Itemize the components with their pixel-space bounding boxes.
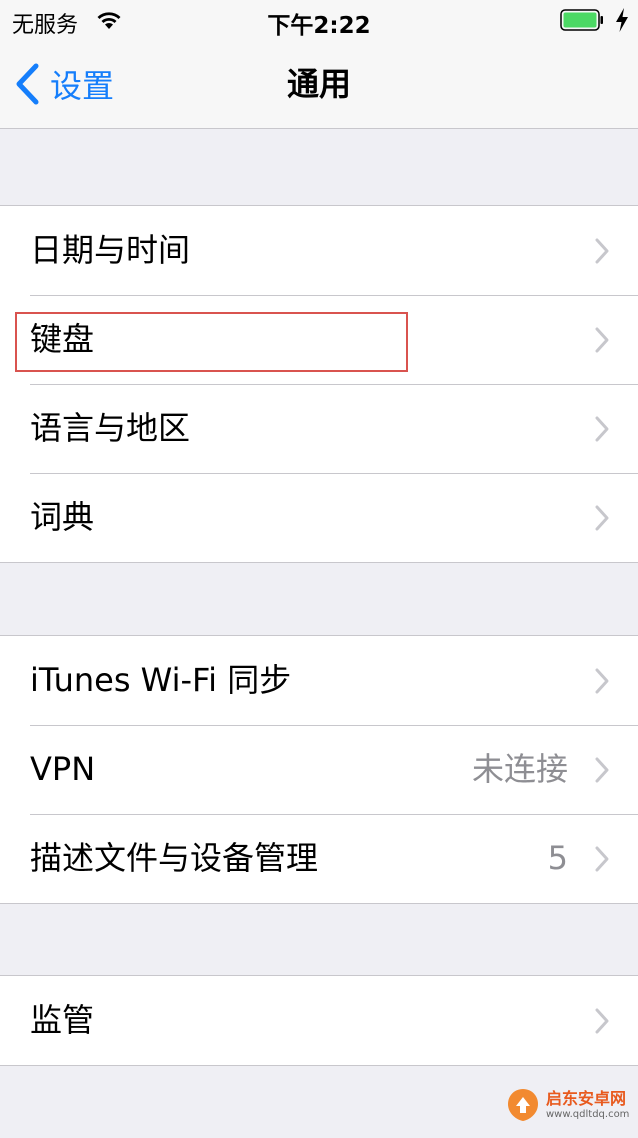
row-dictionary[interactable]: 词典: [0, 473, 638, 562]
row-label: 监管: [30, 1001, 95, 1039]
watermark-logo-icon: [508, 1089, 538, 1121]
profile-count-value: 5: [547, 839, 568, 877]
chevron-right-icon: [595, 757, 609, 783]
vpn-status-value: 未连接: [471, 750, 568, 788]
row-label: 语言与地区: [30, 409, 191, 447]
row-supervision[interactable]: 监管: [0, 976, 638, 1065]
watermark-url: www.qdltdq.com: [546, 1108, 630, 1120]
watermark-name: 启东安卓网: [546, 1088, 627, 1108]
settings-group-2: iTunes Wi-Fi 同步 VPN 未连接 描述文件与设备管理 5: [0, 635, 638, 904]
row-label: 描述文件与设备管理: [30, 839, 319, 877]
row-label: 日期与时间: [30, 231, 191, 269]
row-keyboard[interactable]: 键盘: [0, 295, 638, 384]
battery-icon: [560, 9, 603, 31]
chevron-right-icon: [595, 668, 609, 694]
row-label: 键盘: [30, 320, 95, 358]
row-label: VPN: [30, 750, 96, 788]
status-bar: 无服务 下午2:22: [0, 0, 638, 40]
chevron-right-icon: [595, 327, 609, 353]
status-time: 下午2:22: [267, 13, 371, 39]
chevron-right-icon: [595, 505, 609, 531]
site-watermark: 启东安卓网 www.qdltdq.com: [504, 1072, 638, 1138]
row-label: iTunes Wi-Fi 同步: [30, 661, 292, 699]
chevron-right-icon: [595, 1008, 609, 1034]
chevron-right-icon: [595, 416, 609, 442]
settings-group-3: 监管: [0, 975, 638, 1066]
row-language-region[interactable]: 语言与地区: [0, 384, 638, 473]
row-label: 词典: [30, 498, 95, 536]
row-date-time[interactable]: 日期与时间: [0, 206, 638, 295]
row-profiles-device-management[interactable]: 描述文件与设备管理 5: [0, 814, 638, 903]
settings-group-1: 日期与时间 键盘 语言与地区 词典: [0, 205, 638, 563]
row-itunes-wifi-sync[interactable]: iTunes Wi-Fi 同步: [0, 636, 638, 725]
page-title: 通用: [286, 65, 351, 103]
chevron-right-icon: [595, 846, 609, 872]
charging-bolt-icon: [616, 8, 628, 32]
chevron-right-icon: [595, 238, 609, 264]
navigation-bar: 设置 通用: [0, 40, 638, 129]
row-vpn[interactable]: VPN 未连接: [0, 725, 638, 814]
